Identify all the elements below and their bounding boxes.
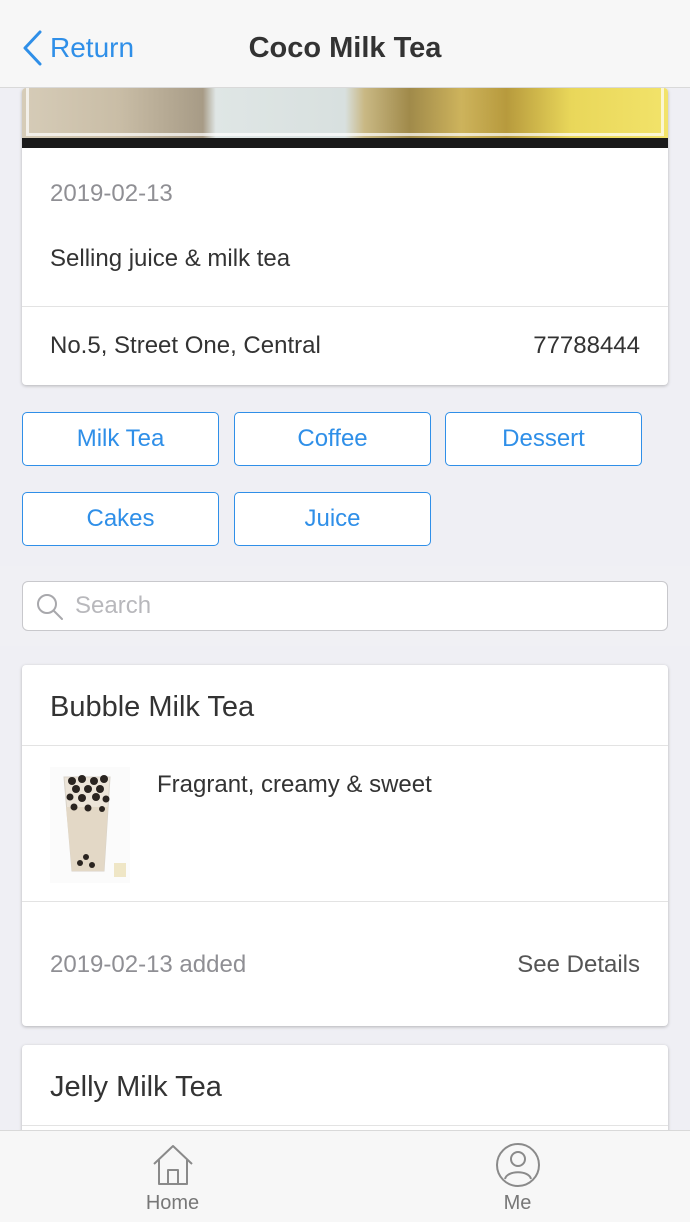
product-card-jelly-milk-tea[interactable]: Jelly Milk Tea	[22, 1045, 668, 1130]
page-title: Coco Milk Tea	[248, 32, 442, 64]
shop-phone[interactable]: 77788444	[533, 332, 640, 360]
search-input[interactable]	[75, 582, 655, 630]
divider	[22, 901, 668, 902]
category-juice-button[interactable]: Juice	[234, 492, 431, 546]
product-name: Bubble Milk Tea	[50, 691, 255, 723]
divider	[22, 745, 668, 746]
product-name: Jelly Milk Tea	[50, 1071, 222, 1103]
see-details-link[interactable]: See Details	[517, 951, 640, 979]
home-icon	[152, 1145, 193, 1185]
shop-info-card: 2019-02-13 Selling juice & milk tea No.5…	[22, 88, 668, 385]
product-added-date: 2019-02-13 added	[50, 951, 247, 978]
shop-description: Selling juice & milk tea	[50, 245, 291, 272]
search-bar	[0, 566, 690, 646]
shop-banner-image	[22, 88, 668, 148]
bubble-tea-image	[50, 767, 130, 883]
tab-me[interactable]: Me	[345, 1131, 690, 1222]
product-description: Fragrant, creamy & sweet	[157, 771, 432, 798]
category-cakes-button[interactable]: Cakes	[22, 492, 219, 546]
category-coffee-button[interactable]: Coffee	[234, 412, 431, 466]
navigation-bar: Return Coco Milk Tea	[0, 0, 690, 88]
tab-bar: Home Me	[0, 1130, 690, 1222]
divider	[22, 306, 668, 307]
tab-me-label: Me	[503, 1192, 532, 1214]
shop-address: No.5, Street One, Central	[50, 332, 321, 359]
search-icon	[37, 594, 63, 620]
person-icon	[495, 1143, 540, 1187]
divider	[22, 1125, 668, 1126]
shop-date: 2019-02-13	[50, 180, 173, 207]
category-milk-tea-button[interactable]: Milk Tea	[22, 412, 219, 466]
scroll-content[interactable]: 2019-02-13 Selling juice & milk tea No.5…	[0, 88, 690, 1130]
tab-home-label: Home	[145, 1192, 200, 1214]
tab-home[interactable]: Home	[0, 1131, 345, 1222]
category-dessert-button[interactable]: Dessert	[445, 412, 642, 466]
search-box[interactable]	[22, 581, 668, 631]
product-card-bubble-milk-tea: Bubble Milk Tea Fragrant, creamy & sweet…	[22, 665, 668, 1026]
